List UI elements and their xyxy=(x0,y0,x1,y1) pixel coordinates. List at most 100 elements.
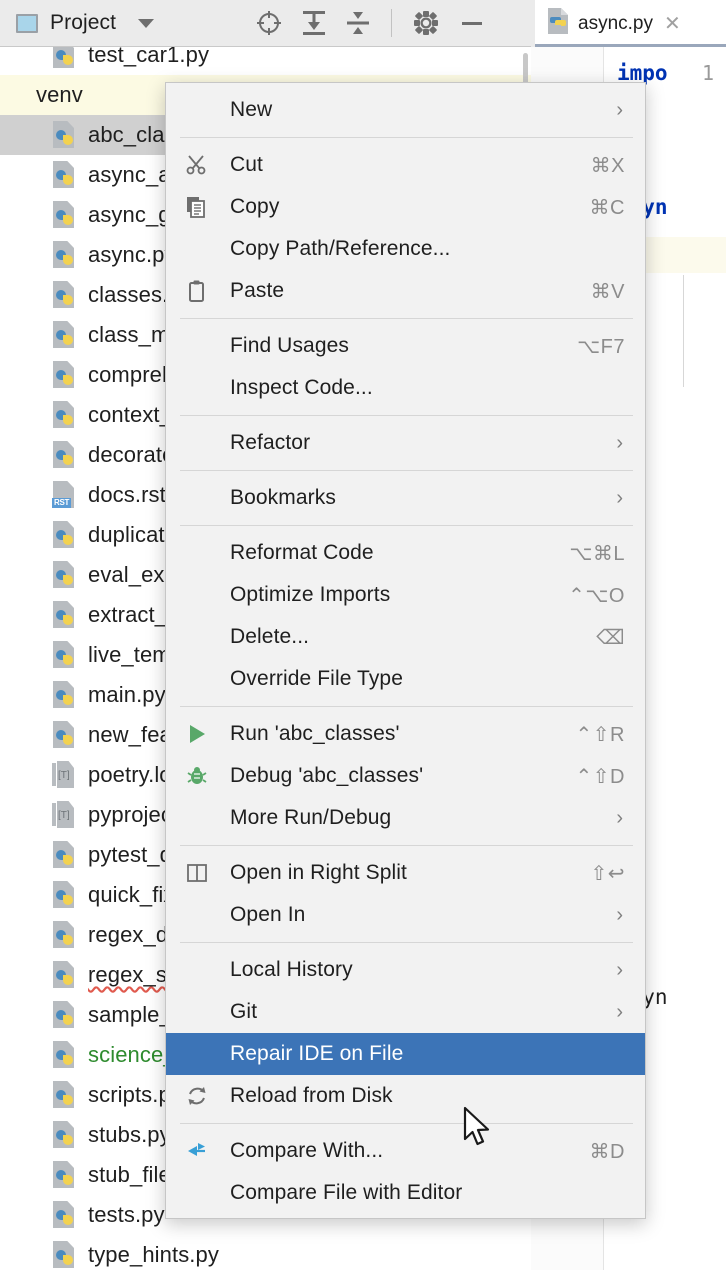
toml-file-icon: [T] xyxy=(52,801,78,829)
python-file-icon xyxy=(52,47,78,69)
run-icon xyxy=(184,723,210,745)
tree-row-label: async.py xyxy=(88,242,176,268)
menu-item[interactable]: Compare With...⌘D xyxy=(166,1130,645,1172)
python-file-icon xyxy=(52,161,78,189)
menu-item-label: Local History xyxy=(230,958,353,982)
menu-item-label: Paste xyxy=(230,279,284,303)
menu-item-label: Refactor xyxy=(230,431,310,455)
python-file-icon xyxy=(52,721,78,749)
project-title-group[interactable]: Project xyxy=(0,11,154,35)
menu-item[interactable]: Copy ⌘C xyxy=(166,186,645,228)
python-file-icon xyxy=(547,8,569,39)
menu-item-label: Open in Right Split xyxy=(230,861,407,885)
toolbar-divider xyxy=(391,9,392,37)
menu-item-label: Git xyxy=(230,1000,257,1024)
menu-item-label: Open In xyxy=(230,903,305,927)
toolwindow-actions xyxy=(255,0,486,46)
menu-item[interactable]: Optimize Imports⌃⌥O xyxy=(166,574,645,616)
menu-item-label: Find Usages xyxy=(230,334,349,358)
menu-separator xyxy=(180,706,633,707)
scissors-icon xyxy=(184,154,210,176)
tree-row[interactable]: test_car1.py xyxy=(0,47,531,75)
python-file-icon xyxy=(52,561,78,589)
menu-item[interactable]: Reformat Code⌥⌘L xyxy=(166,532,645,574)
python-file-icon xyxy=(52,1241,78,1269)
python-file-icon xyxy=(52,201,78,229)
python-file-icon xyxy=(52,321,78,349)
settings-icon[interactable] xyxy=(412,9,440,37)
python-file-icon xyxy=(52,281,78,309)
menu-item[interactable]: Inspect Code... xyxy=(166,367,645,409)
python-file-icon xyxy=(52,881,78,909)
menu-separator xyxy=(180,318,633,319)
menu-item[interactable]: Delete...⌫ xyxy=(166,616,645,658)
menu-item-label: Reload from Disk xyxy=(230,1084,393,1108)
chevron-right-icon: › xyxy=(616,905,623,925)
menu-item-shortcut: ⌘C xyxy=(590,195,625,220)
menu-item-label: Override File Type xyxy=(230,667,403,691)
menu-item[interactable]: Debug 'abc_classes'⌃⇧D xyxy=(166,755,645,797)
split-icon xyxy=(184,862,210,884)
tree-row-label: venv xyxy=(36,82,83,108)
menu-separator xyxy=(180,942,633,943)
tree-row[interactable]: type_hints.py xyxy=(0,1235,531,1270)
tree-row-label: tests.py xyxy=(88,1202,165,1228)
python-file-icon xyxy=(52,121,78,149)
tab-async-py[interactable]: async.py ✕ xyxy=(535,0,726,47)
folder-icon xyxy=(0,81,26,109)
menu-item[interactable]: Run 'abc_classes'⌃⇧R xyxy=(166,713,645,755)
menu-item-label: Cut xyxy=(230,153,263,177)
menu-item-shortcut: ⌘D xyxy=(590,1139,625,1164)
menu-item[interactable]: Open in Right Split ⇧↩ xyxy=(166,852,645,894)
select-opened-file-icon[interactable] xyxy=(255,9,283,37)
menu-item-label: More Run/Debug xyxy=(230,806,391,830)
menu-item[interactable]: Bookmarks › xyxy=(166,477,645,519)
python-file-icon xyxy=(52,601,78,629)
tree-row-label: type_hints.py xyxy=(88,1242,219,1268)
menu-separator xyxy=(180,1123,633,1124)
menu-item[interactable]: Open In › xyxy=(166,894,645,936)
tree-row-label: main.py xyxy=(88,682,166,708)
python-file-icon xyxy=(52,1081,78,1109)
menu-item-label: Optimize Imports xyxy=(230,583,390,607)
expand-all-icon[interactable] xyxy=(301,9,327,37)
menu-item-label: Debug 'abc_classes' xyxy=(230,764,423,788)
chevron-right-icon: › xyxy=(616,488,623,508)
menu-item[interactable]: Override File Type xyxy=(166,658,645,700)
menu-item-label: Copy xyxy=(230,195,279,219)
hide-icon[interactable] xyxy=(458,9,486,37)
menu-item[interactable]: Reload from Disk xyxy=(166,1075,645,1117)
menu-item-label: Bookmarks xyxy=(230,486,336,510)
menu-item[interactable]: Find Usages⌥F7 xyxy=(166,325,645,367)
python-file-icon xyxy=(52,241,78,269)
file-context-menu[interactable]: New›Cut⌘XCopy⌘CCopy Path/Reference...Pas… xyxy=(165,82,646,1219)
project-panel-icon xyxy=(16,14,38,33)
menu-item[interactable]: New› xyxy=(166,89,645,131)
menu-item-shortcut: ⇧↩ xyxy=(590,861,625,886)
menu-item-shortcut: ⌫ xyxy=(596,625,625,650)
close-icon[interactable]: ✕ xyxy=(664,14,681,34)
menu-item[interactable]: Paste⌘V xyxy=(166,270,645,312)
python-file-icon xyxy=(52,841,78,869)
chevron-down-icon[interactable] xyxy=(138,19,154,28)
project-toolwindow-header: Project xyxy=(0,0,531,47)
menu-separator xyxy=(180,137,633,138)
menu-item[interactable]: More Run/Debug› xyxy=(166,797,645,839)
chevron-right-icon: › xyxy=(616,1002,623,1022)
menu-item[interactable]: Local History› xyxy=(166,949,645,991)
menu-item-label: New xyxy=(230,98,272,122)
tab-label: async.py xyxy=(578,13,653,35)
menu-item[interactable]: Compare File with Editor xyxy=(166,1172,645,1214)
menu-item[interactable]: Repair IDE on File xyxy=(166,1033,645,1075)
ide-window: Project xyxy=(0,0,726,1270)
python-file-icon xyxy=(52,1041,78,1069)
menu-item[interactable]: Cut⌘X xyxy=(166,144,645,186)
tree-row-label: docs.rst xyxy=(88,482,166,508)
menu-item[interactable]: Git › xyxy=(166,991,645,1033)
menu-item[interactable]: Copy Path/Reference... xyxy=(166,228,645,270)
collapse-all-icon[interactable] xyxy=(345,9,371,37)
indent-guide xyxy=(683,275,684,387)
clipboard-icon xyxy=(184,280,210,302)
python-file-icon xyxy=(52,681,78,709)
menu-item[interactable]: Refactor› xyxy=(166,422,645,464)
